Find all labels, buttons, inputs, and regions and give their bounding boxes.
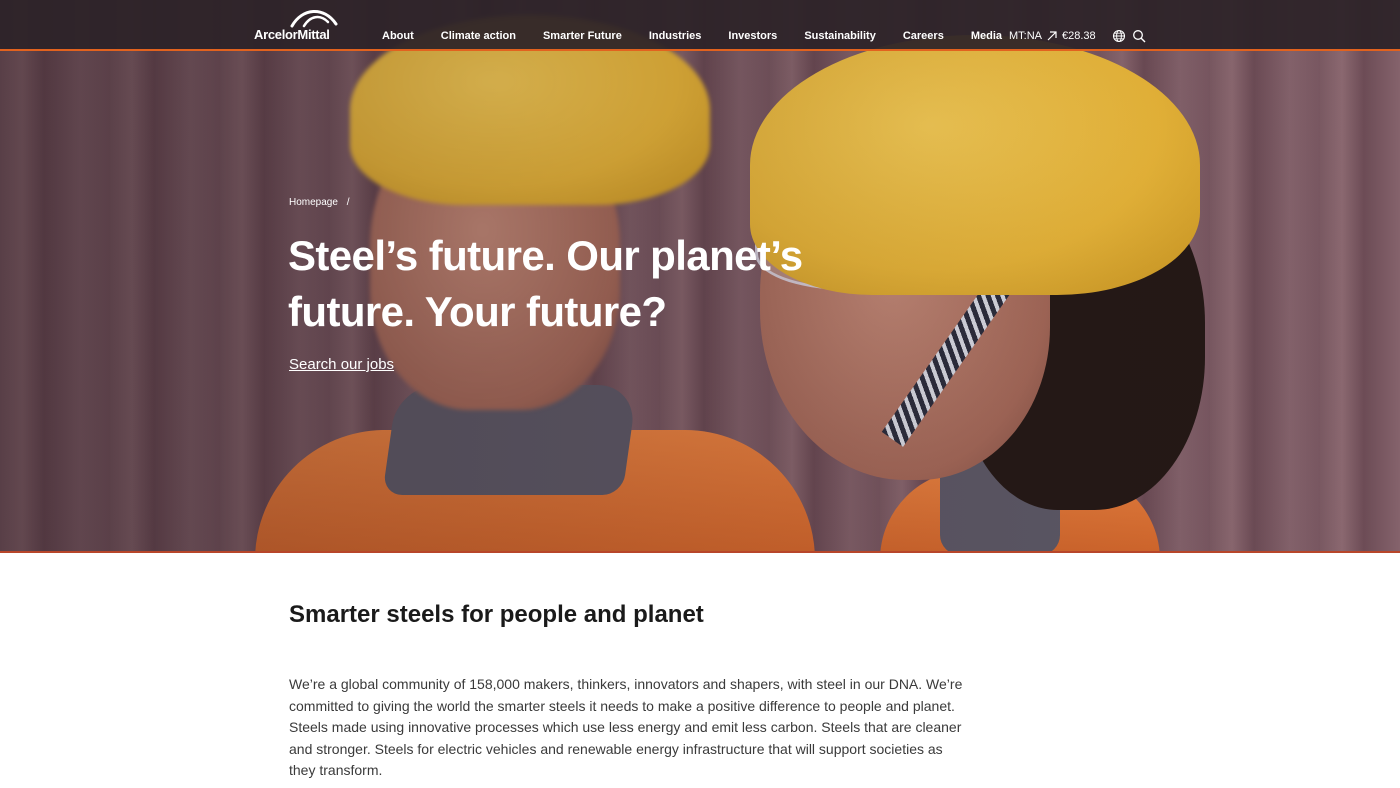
section-body: We’re a global community of 158,000 make… [289, 676, 963, 778]
breadcrumb-home[interactable]: Homepage [289, 197, 338, 208]
logo-text: ArcelorMittal [254, 27, 330, 42]
nav-climate-action[interactable]: Climate action [441, 30, 516, 42]
nav-media[interactable]: Media [971, 30, 1002, 42]
nav-sustainability[interactable]: Sustainability [804, 30, 876, 42]
breadcrumb-separator: / [346, 197, 350, 208]
header-icons [1112, 29, 1146, 43]
nav-industries[interactable]: Industries [649, 30, 702, 42]
section-title: Smarter steels for people and planet [289, 601, 704, 628]
nav-about[interactable]: About [382, 30, 414, 42]
arcelormittal-logo[interactable]: ArcelorMittal [254, 6, 344, 44]
arrow-up-right-icon [1047, 31, 1057, 41]
hero-title: Steel’s future. Our planet’s future. You… [288, 232, 803, 335]
logo-mark-icon [290, 10, 338, 28]
nav-careers[interactable]: Careers [903, 30, 944, 42]
share-price-ticker[interactable]: MT:NA €28.38 [1009, 30, 1096, 42]
main-nav: About Climate action Smarter Future Indu… [382, 30, 1029, 42]
search-icon[interactable] [1132, 29, 1146, 43]
globe-icon[interactable] [1112, 29, 1126, 43]
hero-bottom-line [0, 551, 1400, 553]
nav-smarter-future[interactable]: Smarter Future [543, 30, 622, 42]
site-header: ArcelorMittal About Climate action Smart… [0, 0, 1400, 51]
search-jobs-link[interactable]: Search our jobs [289, 356, 394, 373]
breadcrumb: Homepage / [289, 197, 349, 208]
ticker-symbol: MT:NA [1009, 30, 1042, 42]
ticker-price: €28.38 [1062, 30, 1096, 42]
nav-investors[interactable]: Investors [728, 30, 777, 42]
